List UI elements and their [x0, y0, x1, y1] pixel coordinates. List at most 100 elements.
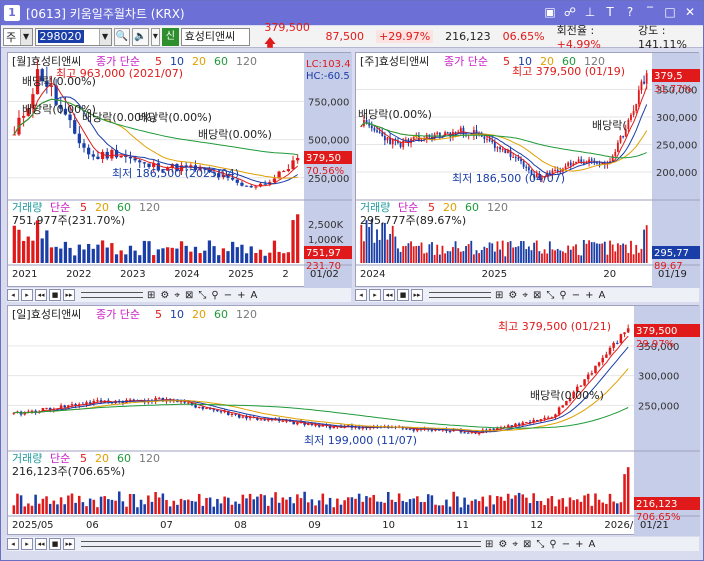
candle-body	[142, 162, 147, 164]
volume-bar	[360, 224, 363, 263]
credit-badge[interactable]: 신	[162, 27, 179, 46]
maximize-icon[interactable]: □	[663, 4, 677, 20]
daily-chart-panel[interactable]: [일]효성티앤씨 종가 단순 5 10 20 60 120 350,000 300,000 250…	[7, 305, 700, 536]
volume-pct-tag: 231.70	[306, 261, 341, 272]
volume-bar	[616, 243, 619, 263]
zoom-in-icon[interactable]: +	[575, 539, 583, 550]
volume-bar	[568, 497, 572, 514]
speaker-icon[interactable]: 🔈	[132, 27, 149, 46]
magnify-icon[interactable]: ⚲	[549, 539, 556, 550]
zoom-in-icon[interactable]: +	[585, 290, 593, 301]
play-icon[interactable]: ▸	[21, 538, 33, 550]
scale-icon[interactable]: ⤡	[536, 539, 544, 550]
scale-icon[interactable]: ⤡	[546, 290, 554, 301]
market-select[interactable]: 주 ▼	[3, 27, 33, 46]
volume-bar	[170, 247, 174, 263]
volume-bar	[399, 251, 402, 263]
fast-forward-icon[interactable]: ▸▸	[411, 289, 423, 301]
candle-body	[492, 428, 495, 430]
zoom-slider[interactable]	[429, 292, 491, 298]
volume-tag: 751,97	[306, 248, 341, 259]
volume-bar	[87, 244, 91, 263]
rewind-icon[interactable]: ◂◂	[383, 289, 395, 301]
monthly-chart-panel[interactable]: [월]효성티앤씨 종가 단순 5 10 20 60 120 750,000 500,000 250…	[7, 52, 352, 288]
link-icon[interactable]: ☍	[563, 4, 577, 20]
scroll-left-icon[interactable]: ◂	[7, 289, 19, 301]
crosshair-icon[interactable]: ⌖	[522, 290, 528, 301]
volume-bar	[389, 233, 392, 263]
volume-bar	[445, 499, 448, 514]
weekly-chart[interactable]: [주]효성티앤씨 종가 단순 5 10 20 60 120350,000300,000250…	[356, 53, 700, 288]
text-icon[interactable]: T	[603, 4, 617, 20]
fast-forward-icon[interactable]: ▸▸	[63, 538, 75, 550]
search-icon[interactable]: 🔍	[113, 27, 131, 46]
volume-bar	[509, 241, 512, 263]
text-size-icon[interactable]: A	[251, 290, 258, 301]
pin-icon[interactable]: ⊥	[583, 4, 597, 20]
chart-type-icon[interactable]: ⊞	[495, 290, 503, 301]
grid-icon[interactable]: ⊠	[523, 539, 531, 550]
play-icon[interactable]: ▸	[369, 289, 381, 301]
candle-body	[645, 73, 648, 84]
volume-ma-label: 단순	[398, 201, 418, 214]
zoom-out-icon[interactable]: −	[572, 290, 580, 301]
high-label: 최고 379,500 (01/21)	[498, 320, 611, 333]
x-tick-label: 07	[160, 520, 173, 531]
code-input[interactable]: 298020 ▼	[34, 27, 112, 46]
crosshair-icon[interactable]: ⌖	[512, 539, 518, 550]
volume-bar	[286, 252, 291, 263]
stop-icon[interactable]: ■	[397, 289, 409, 301]
daily-chart[interactable]: [일]효성티앤씨 종가 단순 5 10 20 60 120350,000300,000250…	[8, 306, 700, 536]
close-icon[interactable]: ✕	[683, 4, 697, 20]
scroll-left-icon[interactable]: ◂	[7, 538, 19, 550]
zoom-in-icon[interactable]: +	[237, 290, 245, 301]
chart-type-icon[interactable]: ⊞	[485, 539, 493, 550]
volume-bar	[612, 501, 615, 514]
scale-icon[interactable]: ⤡	[198, 290, 206, 301]
stop-icon[interactable]: ■	[49, 538, 61, 550]
weekly-chart-panel[interactable]: [주]효성티앤씨 종가 단순 5 10 20 60 120 350,000 300,000 250…	[355, 52, 700, 288]
stop-icon[interactable]: ■	[49, 289, 61, 301]
text-size-icon[interactable]: A	[599, 290, 606, 301]
volume-bar	[401, 500, 405, 514]
window-icon[interactable]: ▣	[543, 4, 557, 20]
fast-forward-icon[interactable]: ▸▸	[63, 289, 75, 301]
magnify-icon[interactable]: ⚲	[559, 290, 566, 301]
zoom-slider[interactable]	[81, 292, 143, 298]
volume-bar	[452, 247, 454, 263]
volume-bar	[237, 503, 241, 514]
volume-bar	[81, 502, 85, 514]
volume-bar	[493, 251, 496, 263]
ma-label: 종가 단순	[444, 55, 488, 68]
current-price: 379,500 🡅	[264, 20, 310, 49]
zoom-slider[interactable]	[81, 541, 481, 547]
play-icon[interactable]: ▸	[21, 289, 33, 301]
chevron-down-icon[interactable]: ▾	[150, 27, 161, 46]
volume-bar	[475, 250, 478, 263]
magnify-icon[interactable]: ⚲	[211, 290, 218, 301]
rewind-icon[interactable]: ◂◂	[35, 289, 47, 301]
crosshair-icon[interactable]: ⌖	[174, 290, 180, 301]
candle-body	[517, 157, 520, 160]
scroll-left-icon[interactable]: ◂	[355, 289, 367, 301]
volume-bar	[588, 240, 591, 263]
volume-bar	[630, 240, 632, 263]
zoom-out-icon[interactable]: −	[224, 290, 232, 301]
volume-bar	[590, 242, 593, 263]
grid-icon[interactable]: ⊠	[185, 290, 193, 301]
settings-icon[interactable]: ⚙	[160, 290, 169, 301]
settings-icon[interactable]: ⚙	[508, 290, 517, 301]
settings-icon[interactable]: ⚙	[498, 539, 507, 550]
candle-body	[63, 405, 66, 408]
zoom-out-icon[interactable]: −	[562, 539, 570, 550]
volume-bar	[193, 246, 198, 263]
chart-type-icon[interactable]: ⊞	[147, 290, 155, 301]
rewind-icon[interactable]: ◂◂	[35, 538, 47, 550]
help-icon[interactable]: ?	[623, 4, 637, 20]
volume-bar	[441, 505, 445, 514]
minimize-icon[interactable]: ‾	[643, 4, 657, 20]
volume-bar	[504, 256, 507, 263]
text-size-icon[interactable]: A	[589, 539, 596, 550]
grid-icon[interactable]: ⊠	[533, 290, 541, 301]
monthly-chart[interactable]: [월]효성티앤씨 종가 단순 5 10 20 60 120750,000500,000250…	[8, 53, 352, 288]
